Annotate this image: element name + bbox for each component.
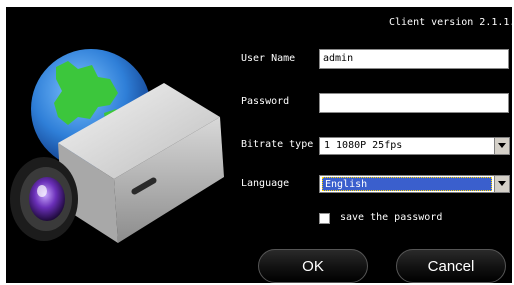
language-label: Language — [241, 178, 290, 189]
bitrate-type-select[interactable]: 1 1080P 25fps — [319, 137, 510, 155]
bitrate-dropdown-button[interactable] — [494, 138, 509, 154]
bitrate-type-value: 1 1080P 25fps — [324, 140, 403, 151]
client-version: Client version 2.1.1.3 — [389, 17, 512, 28]
login-dialog: Client version 2.1.1.3 User Name admin P… — [6, 7, 512, 283]
language-select[interactable]: English — [319, 175, 510, 193]
cancel-button[interactable]: Cancel — [396, 249, 506, 283]
chevron-down-icon — [498, 143, 506, 148]
camera-globe-icon — [10, 49, 224, 243]
language-dropdown-button[interactable] — [494, 176, 509, 192]
user-name-label: User Name — [241, 53, 296, 64]
language-value: English — [322, 177, 492, 191]
password-field[interactable] — [319, 93, 509, 113]
ok-button[interactable]: OK — [258, 249, 368, 283]
save-password-label: save the password — [340, 212, 443, 223]
bitrate-type-label: Bitrate type — [241, 139, 314, 150]
user-name-field[interactable]: admin — [319, 49, 509, 69]
password-label: Password — [241, 96, 290, 107]
chevron-down-icon — [498, 181, 506, 186]
save-password-checkbox[interactable] — [319, 213, 330, 224]
